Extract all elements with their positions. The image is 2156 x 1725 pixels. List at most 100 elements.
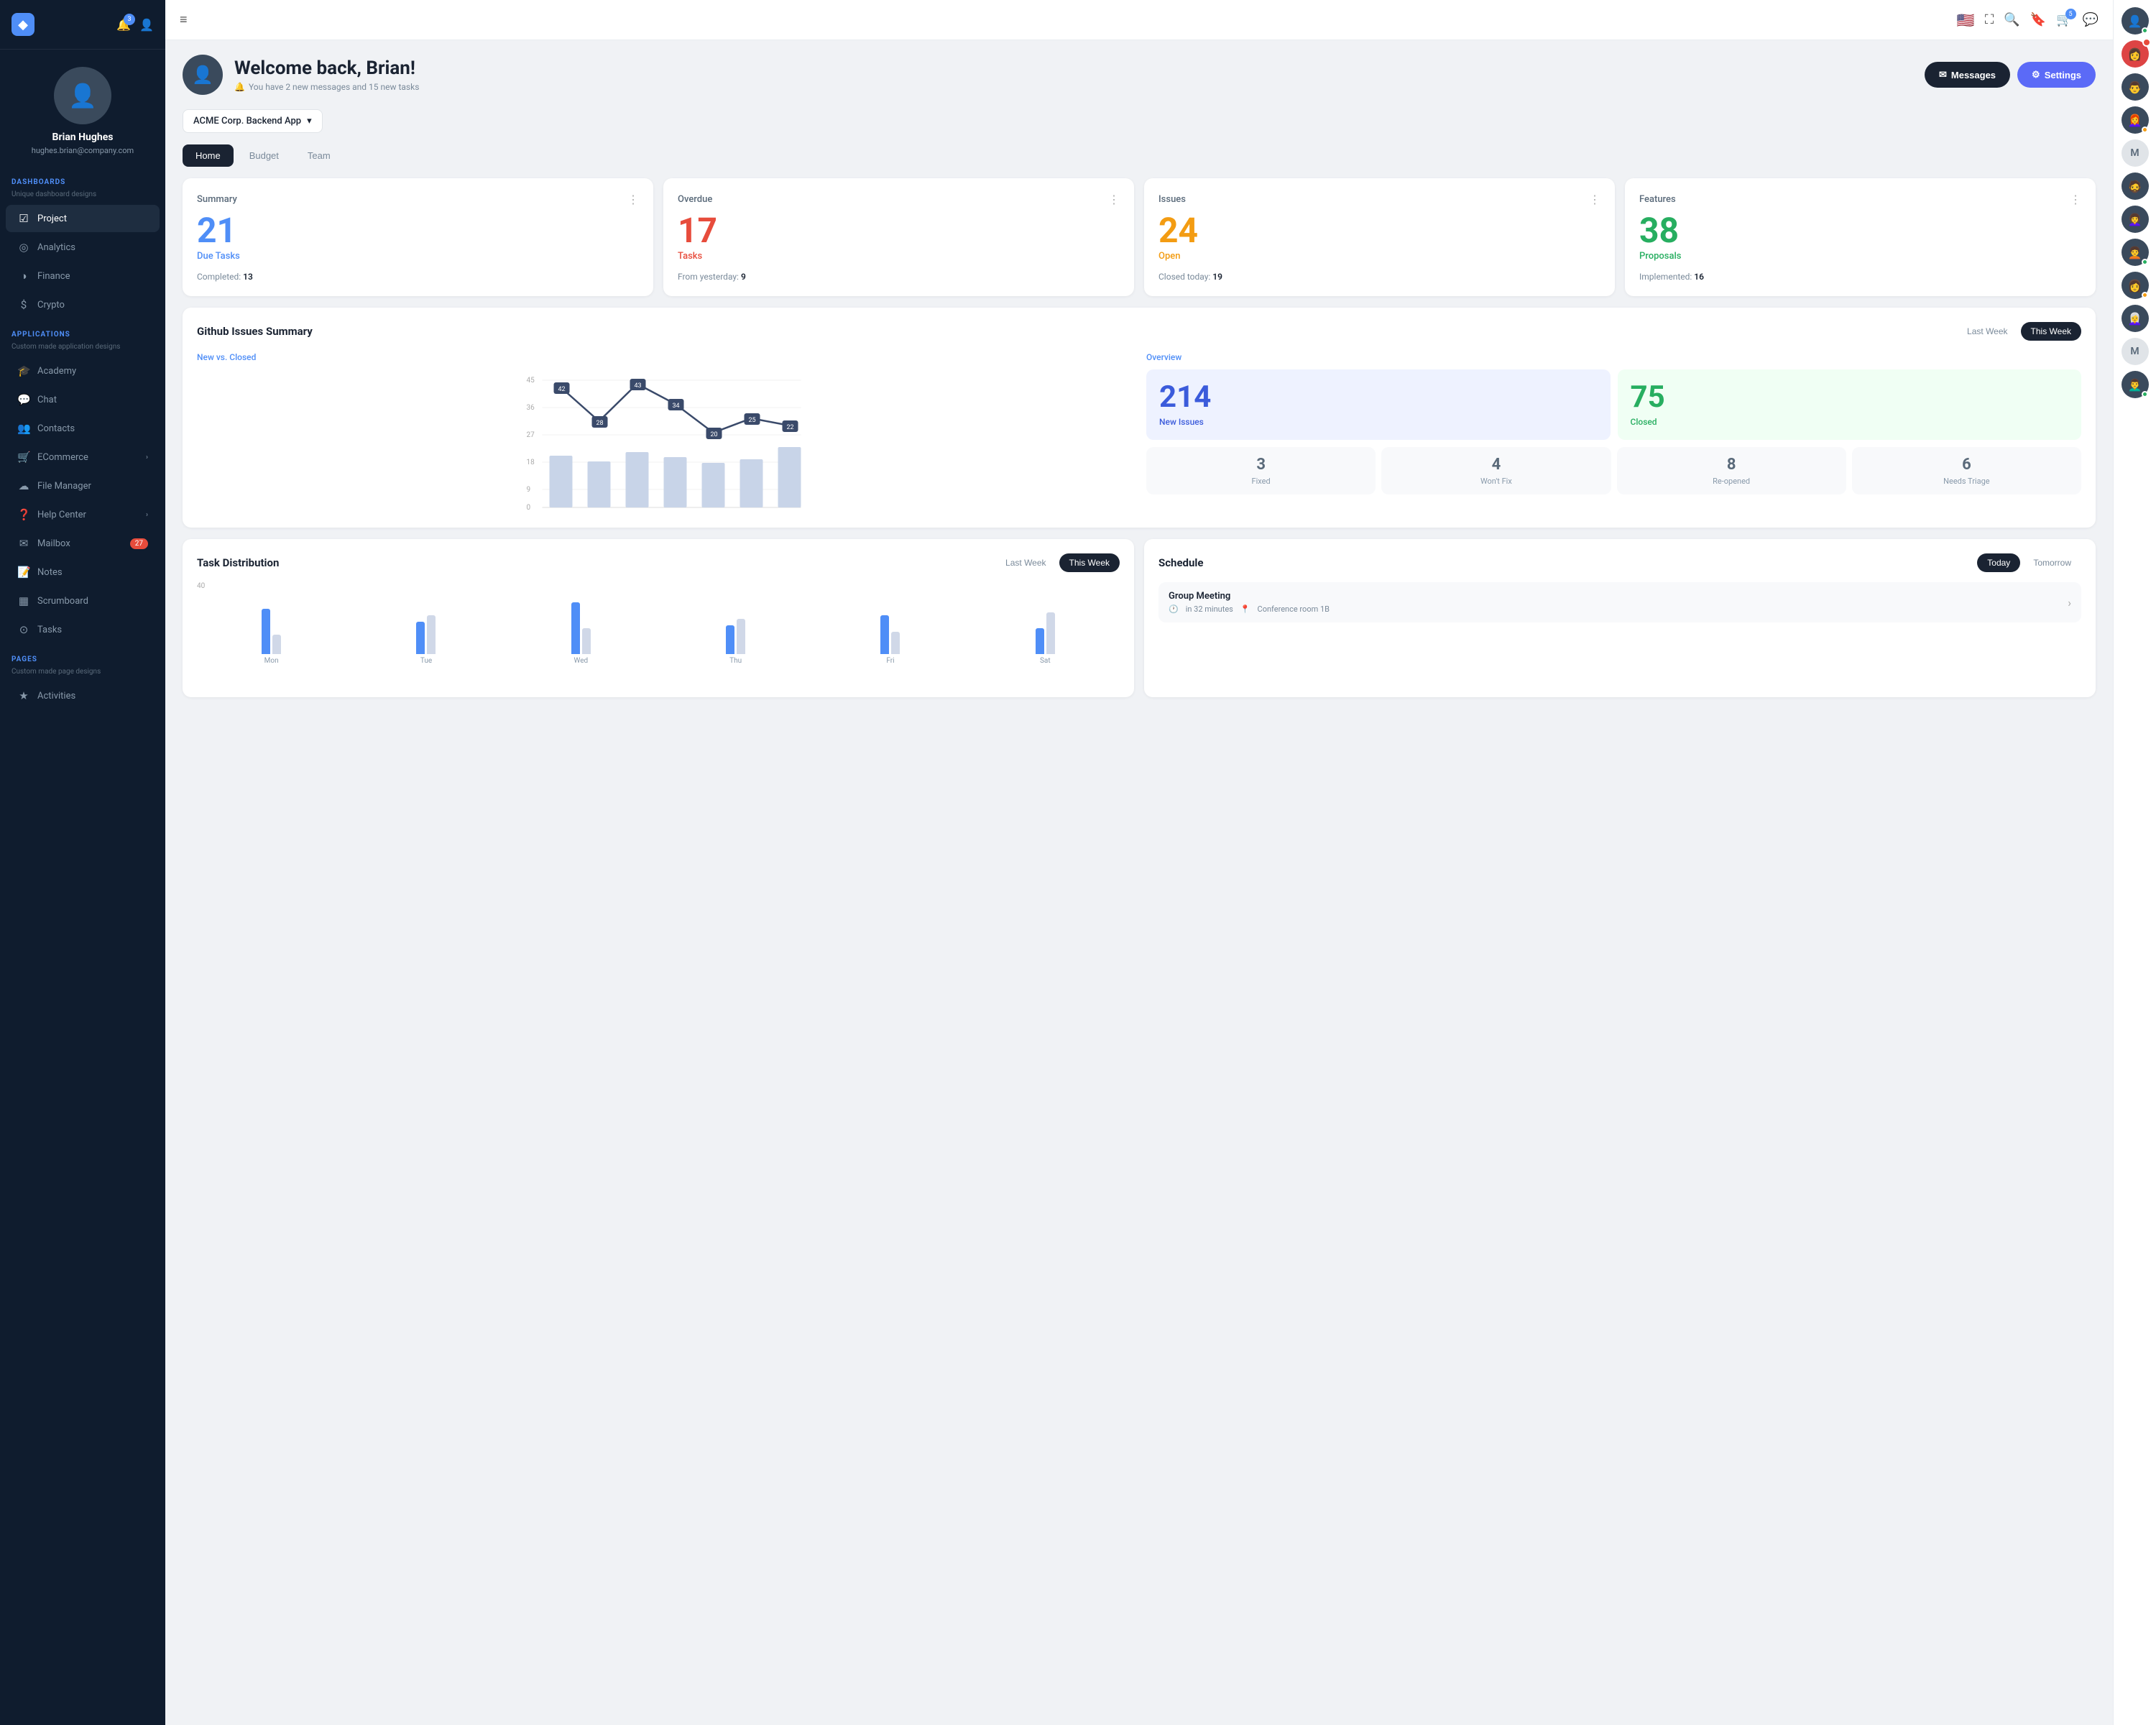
toggle-group: Last Week This Week	[1957, 322, 2081, 341]
sidebar-item-label: Academy	[37, 366, 76, 377]
needs-triage-label: Needs Triage	[1858, 477, 2076, 486]
right-avatar-10[interactable]: 👨‍🦱	[2122, 371, 2149, 398]
bar-gray	[272, 635, 281, 654]
mailbox-badge: 27	[130, 538, 148, 549]
user-circle-icon: 👤	[139, 18, 154, 32]
analytics-icon: ◎	[17, 241, 30, 254]
welcome-buttons: ✉ Messages ⚙ Settings	[1925, 62, 2096, 88]
away-indicator	[2142, 126, 2148, 133]
mini-card-fixed: 3 Fixed	[1146, 447, 1376, 494]
new-issues-label: New Issues	[1159, 417, 1204, 427]
online-indicator	[2142, 27, 2148, 34]
kebab-menu-icon[interactable]: ⋮	[2070, 193, 2081, 206]
hamburger-button[interactable]: ≡	[180, 12, 188, 27]
task-last-week-button[interactable]: Last Week	[995, 553, 1056, 572]
kebab-menu-icon[interactable]: ⋮	[627, 193, 639, 206]
chart-label: New vs. Closed	[197, 352, 1132, 362]
messages-button[interactable]: 💬	[2083, 12, 2099, 27]
bar-gray	[1046, 612, 1055, 654]
right-avatar-5[interactable]: 🧔	[2122, 172, 2149, 200]
fixed-label: Fixed	[1152, 477, 1370, 486]
right-avatar-2[interactable]: 👩	[2122, 40, 2149, 68]
app-logo[interactable]: ◆	[11, 13, 34, 36]
right-avatar-m1[interactable]: M	[2122, 139, 2149, 167]
sidebar-item-analytics[interactable]: ◎ Analytics	[6, 234, 160, 261]
tab-budget[interactable]: Budget	[236, 144, 292, 167]
right-avatar-6[interactable]: 👩‍🦱	[2122, 206, 2149, 233]
sidebar-item-label: Scrumboard	[37, 596, 88, 607]
sidebar-item-file-manager[interactable]: ☁ File Manager	[6, 472, 160, 500]
profile-icon-button[interactable]: 👤	[139, 18, 154, 32]
sidebar-item-help-center[interactable]: ❓ Help Center ›	[6, 501, 160, 528]
tab-home[interactable]: Home	[183, 144, 234, 167]
schedule-tomorrow-button[interactable]: Tomorrow	[2023, 553, 2081, 572]
task-this-week-button[interactable]: This Week	[1059, 553, 1120, 572]
settings-button[interactable]: ⚙ Settings	[2017, 62, 2096, 88]
sidebar-item-label: Help Center	[37, 510, 86, 520]
right-avatar-3[interactable]: 👨	[2122, 73, 2149, 101]
flag-icon[interactable]: 🇺🇸	[1957, 12, 1975, 29]
bar-label: Sat	[1040, 657, 1051, 665]
sidebar-item-mailbox[interactable]: ✉ Mailbox 27	[6, 530, 160, 557]
file-manager-icon: ☁	[17, 479, 30, 492]
sidebar-item-academy[interactable]: 🎓 Academy	[6, 357, 160, 385]
right-avatar-m2[interactable]: M	[2122, 338, 2149, 365]
chart-wrapper: 45 36 27 18 9 0	[197, 369, 1132, 513]
toggle-last-week[interactable]: Last Week	[1957, 322, 2017, 341]
chevron-right-icon[interactable]: ›	[2068, 596, 2071, 610]
sidebar-item-project[interactable]: ☑ Project	[6, 205, 160, 232]
notification-dot	[2142, 38, 2151, 47]
wont-fix-number: 4	[1387, 456, 1605, 474]
notification-badge: 3	[124, 14, 135, 25]
sidebar-item-label: Contacts	[37, 423, 75, 434]
kebab-menu-icon[interactable]: ⋮	[1108, 193, 1120, 206]
sidebar-item-label: Mailbox	[37, 538, 70, 549]
right-avatar-9[interactable]: 👩‍🦳	[2122, 305, 2149, 332]
closed-number: 75	[1631, 382, 1665, 413]
sidebar-item-activities[interactable]: ★ Activities	[6, 682, 160, 709]
bar-blue	[880, 615, 889, 654]
sidebar-item-scrumboard[interactable]: ▦ Scrumboard	[6, 587, 160, 615]
stat-title: Issues	[1158, 194, 1186, 205]
fixed-number: 3	[1152, 456, 1370, 474]
stat-footer: From yesterday: 9	[678, 272, 1120, 282]
project-selector[interactable]: ACME Corp. Backend App ▾	[183, 109, 323, 133]
schedule-today-button[interactable]: Today	[1977, 553, 2020, 572]
stat-number: 24	[1158, 213, 1600, 248]
notification-button[interactable]: 🔔 3	[116, 18, 131, 32]
sidebar-item-ecommerce[interactable]: 🛒 ECommerce ›	[6, 443, 160, 471]
sidebar-item-contacts[interactable]: 👥 Contacts	[6, 415, 160, 442]
stat-card-features: Features ⋮ 38 Proposals Implemented: 16	[1625, 178, 2096, 296]
stat-card-header: Issues ⋮	[1158, 193, 1600, 206]
fullscreen-button[interactable]: ⛶	[1985, 12, 1994, 27]
sidebar-item-tasks[interactable]: ⊙ Tasks	[6, 616, 160, 643]
right-avatar-8[interactable]: 👩	[2122, 272, 2149, 299]
sidebar: ◆ 🔔 3 👤 👤 Brian Hughes hughes.brian@comp…	[0, 0, 165, 1725]
kebab-menu-icon[interactable]: ⋮	[1589, 193, 1600, 206]
stat-label: Due Tasks	[197, 251, 639, 262]
sidebar-item-chat[interactable]: 💬 Chat	[6, 386, 160, 413]
tab-team[interactable]: Team	[295, 144, 344, 167]
toggle-this-week[interactable]: This Week	[2021, 322, 2081, 341]
cart-button[interactable]: 🛒 5	[2056, 12, 2072, 27]
right-avatar-4[interactable]: 👩‍🦰	[2122, 106, 2149, 134]
stat-label: Open	[1158, 251, 1600, 262]
bar-blue	[262, 609, 270, 654]
needs-triage-number: 6	[1858, 456, 2076, 474]
applications-label: APPLICATIONS	[0, 319, 165, 343]
sidebar-header-icons: 🔔 3 👤	[116, 18, 154, 32]
schedule-header: Schedule Today Tomorrow	[1158, 553, 2081, 572]
right-avatar-7[interactable]: 🧑‍🦱	[2122, 239, 2149, 266]
scrumboard-icon: ▦	[17, 594, 30, 607]
search-button[interactable]: 🔍	[2004, 12, 2019, 27]
right-avatar-1[interactable]: 👤	[2122, 7, 2149, 34]
bookmark-button[interactable]: 🔖	[2030, 12, 2046, 27]
mini-card-wont-fix: 4 Won't Fix	[1381, 447, 1611, 494]
bar-label: Fri	[886, 657, 894, 665]
task-dist-header: Task Distribution Last Week This Week	[197, 553, 1120, 572]
sidebar-item-notes[interactable]: 📝 Notes	[6, 558, 160, 586]
messages-button[interactable]: ✉ Messages	[1925, 62, 2010, 88]
ecommerce-icon: 🛒	[17, 451, 30, 464]
sidebar-item-finance[interactable]: ◑ Finance	[6, 262, 160, 290]
sidebar-item-crypto[interactable]: $ Crypto	[6, 291, 160, 318]
